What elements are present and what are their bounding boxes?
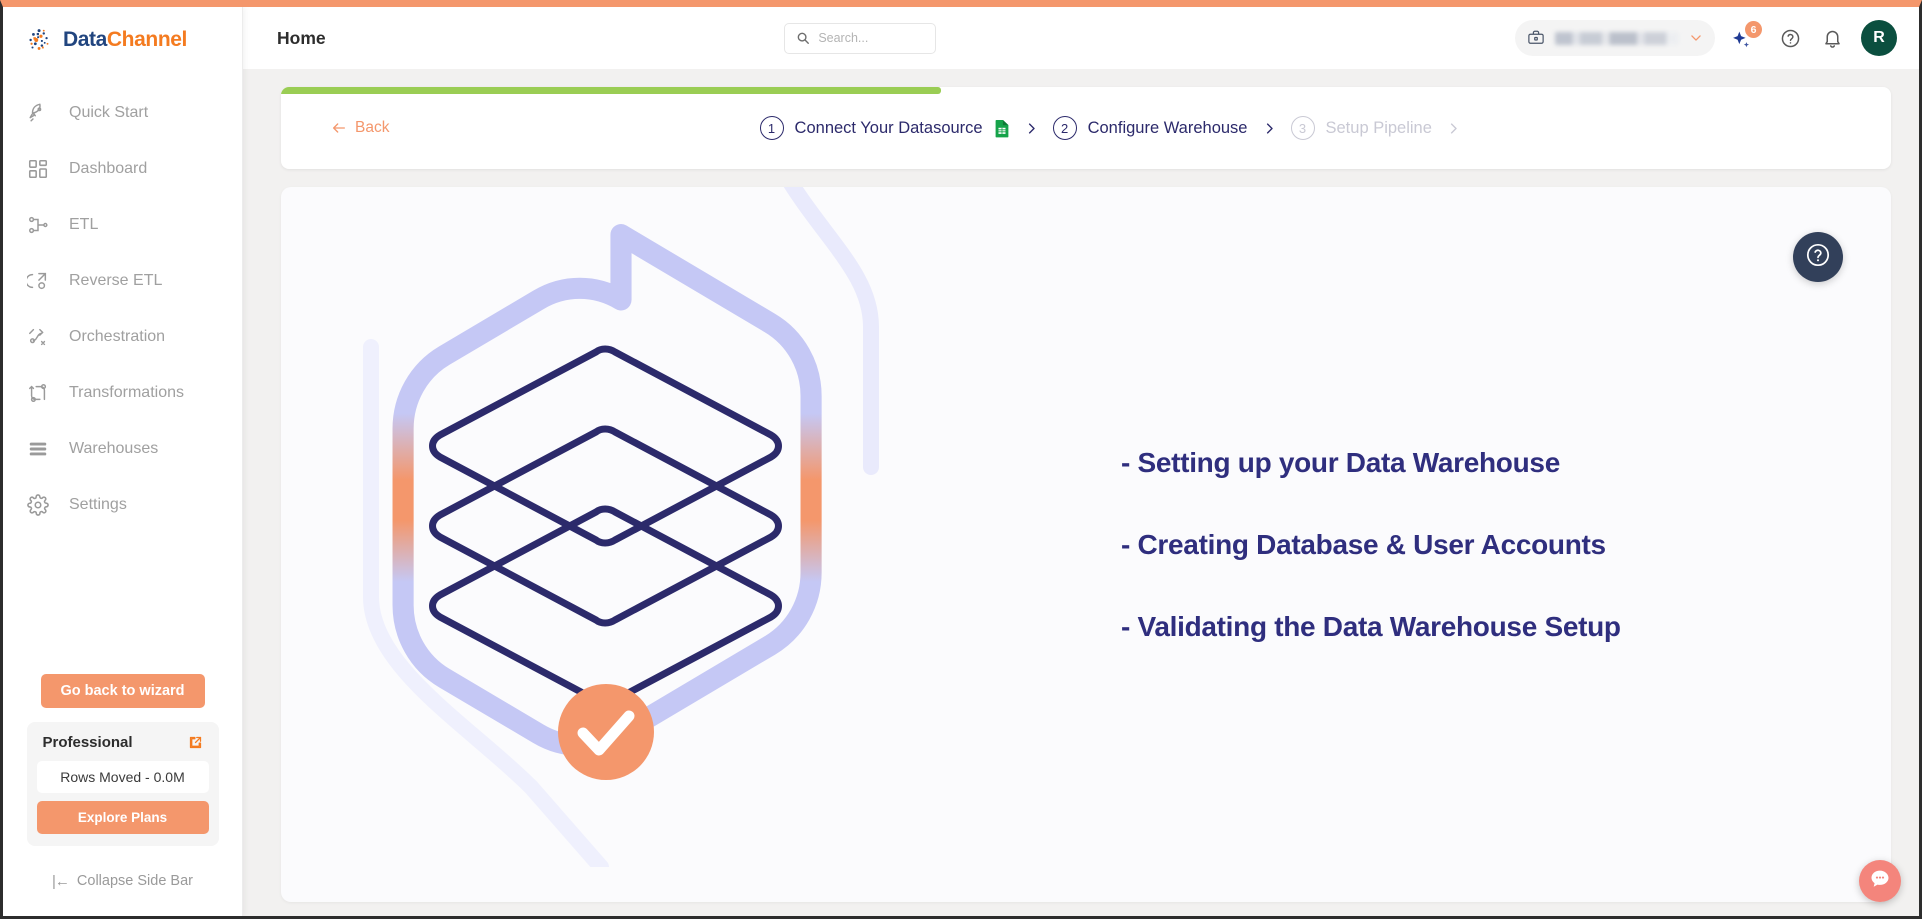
progress-track (281, 87, 1891, 94)
back-label: Back (355, 119, 390, 136)
reverse-etl-icon (27, 270, 49, 292)
datachannel-logo-icon (25, 25, 55, 55)
setup-step-item: - Creating Database & User Accounts (1121, 528, 1606, 560)
setup-step-item: - Validating the Data Warehouse Setup (1121, 610, 1621, 642)
step-number: 2 (1052, 116, 1077, 140)
sidebar-item-label: Warehouses (69, 440, 159, 457)
chevron-right-icon (1262, 121, 1277, 136)
orchestration-icon (27, 326, 49, 348)
topbar-actions: 6 R (1515, 20, 1897, 56)
plan-header: Professional (37, 734, 209, 761)
topbar-center (326, 22, 1515, 54)
workspace-selector[interactable] (1515, 20, 1715, 56)
help-circle-icon (1780, 28, 1801, 49)
page-title: Home (277, 27, 326, 48)
floating-help-button[interactable] (1793, 232, 1843, 282)
notifications-button[interactable] (1819, 25, 1845, 51)
warehouse-setup-panel: - Setting up your Data Warehouse - Creat… (281, 187, 1891, 902)
workspace-name (1555, 31, 1679, 45)
plan-card: Professional Rows Moved - 0.0M Explore P… (26, 722, 219, 846)
ai-notification-badge: 6 (1745, 21, 1762, 38)
sidebar-item-warehouses[interactable]: Warehouses (3, 421, 242, 477)
chat-bubble-icon (1868, 867, 1892, 896)
sidebar-item-label: Dashboard (69, 160, 148, 177)
brand-name-part2: Channel (106, 28, 187, 51)
setup-steps-list: - Setting up your Data Warehouse - Creat… (1121, 447, 1621, 643)
transformations-icon (27, 382, 49, 404)
rocket-icon (27, 102, 49, 124)
chevron-down-icon (1689, 31, 1703, 45)
data-warehouse-layers-illustration (351, 187, 911, 875)
step-configure-warehouse[interactable]: 2 Configure Warehouse (1052, 116, 1248, 140)
rows-moved-metric: Rows Moved - 0.0M (36, 761, 209, 793)
progress-fill (281, 87, 942, 94)
step-label: Connect Your Datasource (794, 118, 983, 137)
gear-icon (27, 494, 49, 516)
help-circle-icon (1805, 242, 1831, 273)
collapse-sidebar-label: Collapse Side Bar (76, 873, 193, 889)
sidebar-item-reverse-etl[interactable]: Reverse ETL (3, 253, 242, 309)
step-label: Setup Pipeline (1325, 118, 1432, 137)
help-button[interactable] (1777, 25, 1803, 51)
steps-list: 1 Connect Your Datasource 2 Configure Wa… (389, 116, 1891, 140)
brand-name: DataChannel (63, 28, 187, 52)
chat-support-button[interactable] (1859, 860, 1901, 902)
sidebar-nav: Quick Start Dashboard ETL Reverse ETL Or… (3, 85, 242, 533)
bell-icon (1822, 28, 1843, 49)
sidebar-item-dashboard[interactable]: Dashboard (3, 141, 242, 197)
go-back-to-wizard-button[interactable]: Go back to wizard (40, 674, 205, 708)
back-button[interactable]: Back (331, 119, 389, 137)
search-box[interactable] (784, 22, 937, 54)
sidebar-item-label: Quick Start (69, 104, 149, 121)
warehouses-icon (27, 438, 49, 460)
ai-assistant-button[interactable]: 6 (1731, 21, 1762, 53)
arrow-left-icon (331, 120, 347, 136)
step-number: 1 (759, 116, 784, 140)
collapse-arrow-icon: |← (52, 872, 70, 890)
plan-name: Professional (42, 734, 133, 751)
step-label: Configure Warehouse (1087, 118, 1248, 137)
top-bar: Home Search... 6 R (243, 7, 1919, 69)
sidebar-item-settings[interactable]: Settings (3, 477, 242, 533)
sidebar-item-label: Orchestration (69, 328, 166, 345)
step-connect-your-datasource[interactable]: 1 Connect Your Datasource (759, 116, 1010, 140)
collapse-sidebar-button[interactable]: |← Collapse Side Bar (3, 846, 242, 916)
google-sheets-icon (994, 119, 1010, 138)
chevron-right-icon (1446, 121, 1461, 136)
avatar[interactable]: R (1861, 20, 1897, 56)
sidebar-item-etl[interactable]: ETL (3, 197, 242, 253)
briefcase-icon (1527, 29, 1545, 47)
sidebar-item-transformations[interactable]: Transformations (3, 365, 242, 421)
setup-step-item: - Setting up your Data Warehouse (1121, 446, 1560, 478)
wizard-stepper-card: Back 1 Connect Your Datasource 2 Configu… (281, 87, 1891, 169)
grid-icon (27, 158, 49, 180)
sidebar-item-orchestration[interactable]: Orchestration (3, 309, 242, 365)
brand-logo[interactable]: DataChannel (3, 7, 242, 69)
sidebar: DataChannel Quick Start Dashboard ETL Re… (3, 7, 243, 916)
step-setup-pipeline[interactable]: 3 Setup Pipeline (1290, 116, 1432, 140)
search-icon (796, 31, 810, 45)
sidebar-item-label: ETL (69, 216, 99, 233)
sidebar-item-label: Reverse ETL (69, 272, 163, 289)
explore-plans-button[interactable]: Explore Plans (36, 801, 209, 834)
sidebar-item-quick-start[interactable]: Quick Start (3, 85, 242, 141)
content-area: Back 1 Connect Your Datasource 2 Configu… (243, 69, 1919, 916)
external-link-icon[interactable] (188, 735, 203, 750)
step-number: 3 (1290, 116, 1315, 140)
sidebar-item-label: Settings (69, 496, 127, 513)
etl-icon (27, 214, 49, 236)
main-region: Home Search... 6 R Back 1 Connect Your D… (243, 7, 1919, 916)
sidebar-item-label: Transformations (69, 384, 184, 401)
brand-name-part1: Data (63, 28, 107, 51)
search-input[interactable] (818, 31, 925, 45)
chevron-right-icon (1024, 121, 1039, 136)
app-window: DataChannel Quick Start Dashboard ETL Re… (0, 0, 1922, 919)
